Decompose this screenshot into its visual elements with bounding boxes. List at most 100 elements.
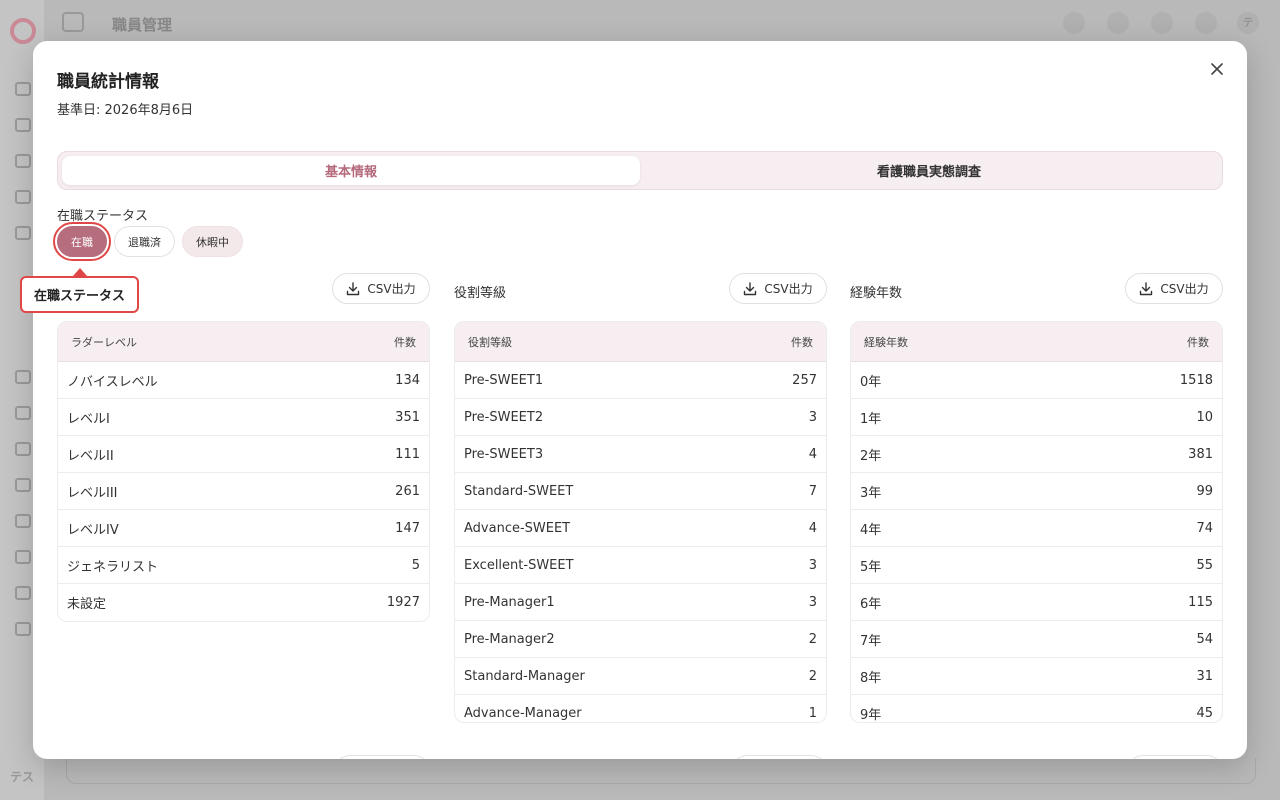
status-filter-chips: 在職 退職済 休暇中 — [53, 222, 243, 261]
row-label: Standard-SWEET — [464, 483, 574, 499]
tab-list: 基本情報 看護職員実態調査 — [57, 151, 1223, 190]
table-row: レベルIV 147 — [58, 510, 429, 547]
row-label: レベルI — [67, 411, 110, 427]
background-card — [66, 758, 1256, 784]
table-row: 2年 381 — [851, 436, 1222, 473]
table-row: 8年 31 — [851, 658, 1222, 695]
row-count: 2 — [808, 668, 817, 684]
row-label: 9年 — [860, 708, 882, 723]
column-header: 件数 — [394, 335, 416, 349]
row-count: 2 — [808, 631, 817, 647]
row-count: 74 — [1196, 520, 1213, 536]
row-label: ジェネラリスト — [67, 559, 159, 575]
row-label: Pre-Manager1 — [464, 594, 555, 610]
sidebar-nav-icon — [15, 622, 31, 636]
staff-statistics-dialog: 職員統計情報 基準日: 2026年8月6日 基本情報 看護職員実態調査 在職ステ… — [33, 41, 1247, 759]
role-grade-table: 役割等級 件数 Pre-SWEET1 257 Pre-SWEET2 3 Pre-SW… — [454, 321, 827, 723]
sidebar-nav-icon — [15, 550, 31, 564]
row-count: 381 — [1188, 446, 1213, 462]
row-count: 1 — [808, 706, 817, 721]
row-label: レベルIII — [67, 485, 118, 501]
table-row: Advance-SWEET 4 — [455, 510, 826, 547]
sidebar-nav-icon — [15, 370, 31, 384]
row-count: 4 — [808, 446, 817, 462]
bell-icon — [1151, 12, 1173, 34]
csv-export-button-partial[interactable] — [731, 755, 827, 759]
calendar-icon — [1107, 12, 1129, 34]
sidebar-nav-icon — [15, 190, 31, 204]
table-header: 役割等級 件数 — [455, 322, 826, 362]
page-title: 職員管理 — [112, 16, 173, 34]
csv-export-label: CSV出力 — [764, 282, 813, 296]
sidebar-user-initials: テス — [10, 770, 35, 784]
download-icon — [1140, 281, 1153, 295]
sidebar-toggle-icon — [62, 12, 84, 32]
status-chip-retired[interactable]: 退職済 — [114, 226, 175, 257]
tab-basic-info[interactable]: 基本情報 — [62, 156, 640, 185]
experience-years-table: 経験年数 件数 0年 1518 1年 10 2年 381 3年 99 4年 74 5年 55… — [850, 321, 1223, 723]
row-label: 2年 — [860, 448, 882, 464]
row-label: 6年 — [860, 596, 882, 612]
row-count: 54 — [1196, 631, 1213, 647]
tooltip-arrow — [73, 268, 87, 276]
sidebar-nav-icon — [15, 406, 31, 420]
column-header: ラダーレベル — [71, 335, 137, 349]
table-row: Pre-Manager2 2 — [455, 621, 826, 658]
row-label: Standard-Manager — [464, 668, 585, 684]
status-tooltip: 在職ステータス — [20, 276, 139, 313]
csv-export-button-partial[interactable] — [334, 755, 430, 759]
app-logo — [10, 18, 36, 44]
row-count: 31 — [1196, 668, 1213, 684]
status-chip-employed[interactable]: 在職 — [53, 222, 111, 261]
sidebar-nav-icon — [15, 82, 31, 96]
row-label: Pre-SWEET3 — [464, 446, 544, 462]
row-count: 3 — [808, 557, 817, 573]
csv-export-button-partial[interactable] — [1127, 755, 1223, 759]
chat-icon — [1195, 12, 1217, 34]
csv-export-button[interactable]: CSV出力 — [332, 273, 430, 304]
table-row: Pre-SWEET1 257 — [455, 362, 826, 399]
row-count: 111 — [395, 446, 420, 462]
row-label: レベルII — [67, 448, 114, 464]
sidebar-nav-icon — [15, 118, 31, 132]
download-icon — [347, 281, 360, 295]
tab-nursing-survey[interactable]: 看護職員実態調査 — [640, 156, 1218, 185]
row-label: Advance-SWEET — [464, 520, 571, 536]
row-count: 45 — [1196, 706, 1213, 721]
user-avatar: テ — [1237, 12, 1259, 34]
status-filter-label: 在職ステータス — [57, 209, 149, 224]
table-row: 9年 45 — [851, 695, 1222, 723]
row-label: 4年 — [860, 522, 882, 538]
download-icon — [744, 281, 757, 295]
table-row: 未設定 1927 — [58, 584, 429, 621]
csv-export-button[interactable]: CSV出力 — [1125, 273, 1223, 304]
sidebar-nav-icon — [15, 586, 31, 600]
column-header: 役割等級 — [468, 335, 512, 349]
row-label: 8年 — [860, 670, 882, 686]
table-row: レベルI 351 — [58, 399, 429, 436]
table-row: レベルII 111 — [58, 436, 429, 473]
role-grade-section: 役割等級 CSV出力 役割等級 件数 Pre-SWEET1 257 Pre-SWE… — [454, 273, 827, 723]
message-icon — [1063, 12, 1085, 34]
table-row: ノバイスレベル 134 — [58, 362, 429, 399]
reference-date: 基準日: 2026年8月6日 — [57, 103, 194, 118]
status-chip-on-leave[interactable]: 休暇中 — [182, 226, 243, 257]
row-count: 55 — [1196, 557, 1213, 573]
table-row: 5年 55 — [851, 547, 1222, 584]
table-row: 1年 10 — [851, 399, 1222, 436]
row-label: 7年 — [860, 633, 882, 649]
close-button[interactable] — [1205, 57, 1229, 81]
row-count: 10 — [1196, 409, 1213, 425]
row-label: 未設定 — [67, 597, 107, 612]
csv-export-button[interactable]: CSV出力 — [729, 273, 827, 304]
row-count: 3 — [808, 409, 817, 425]
table-row: ジェネラリスト 5 — [58, 547, 429, 584]
row-count: 147 — [395, 520, 420, 536]
row-label: 0年 — [860, 374, 882, 390]
row-label: ノバイスレベル — [67, 374, 158, 390]
table-row: Standard-SWEET 7 — [455, 473, 826, 510]
row-count: 5 — [411, 557, 420, 573]
row-label: Excellent-SWEET — [464, 557, 574, 573]
dialog-title: 職員統計情報 — [57, 72, 159, 92]
section-title: 役割等級 — [454, 286, 507, 301]
